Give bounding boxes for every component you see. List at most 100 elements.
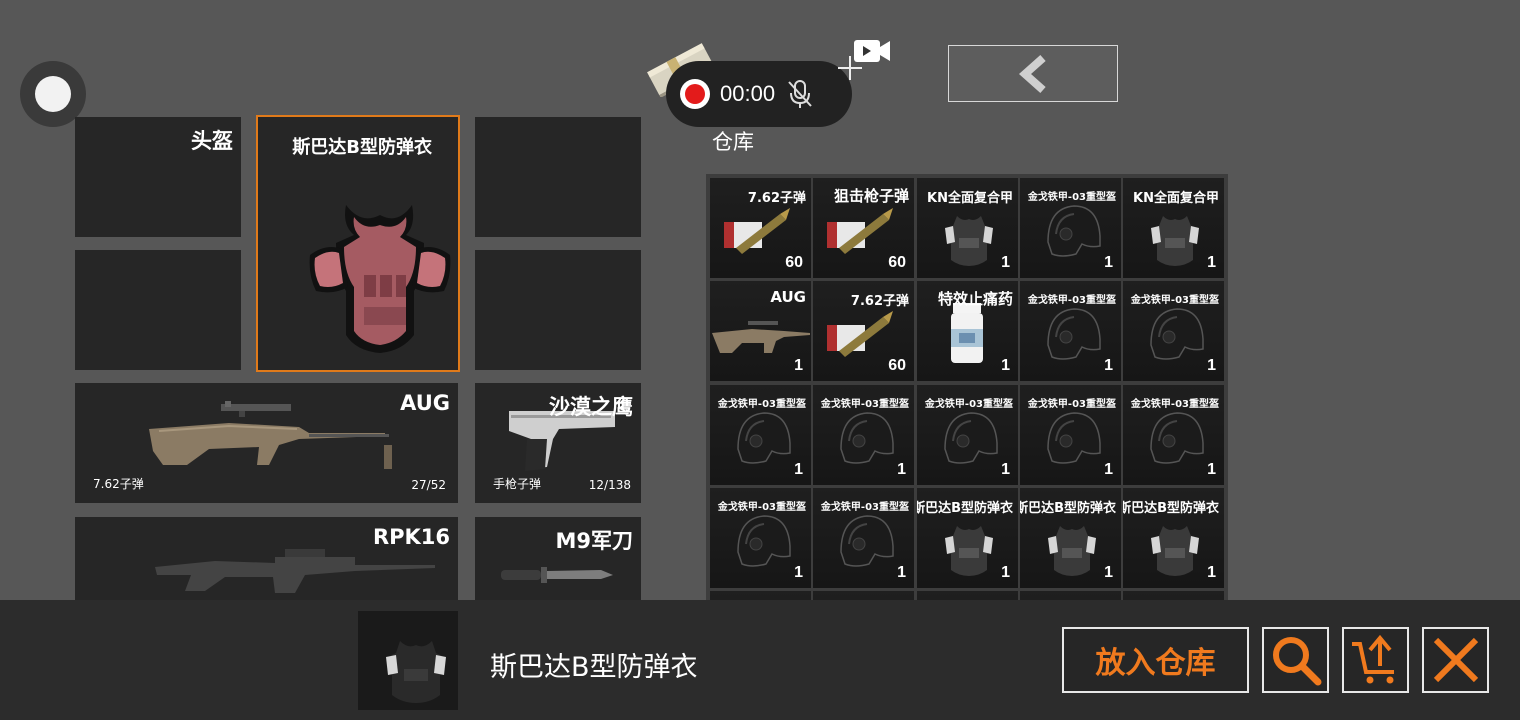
magnifier-icon <box>1272 637 1321 686</box>
warehouse-item-qty: 60 <box>785 254 803 271</box>
mic-off-icon[interactable] <box>785 78 815 110</box>
primary-ammo-label: 7.62子弹 <box>93 477 144 491</box>
warehouse-item[interactable]: 金戈铁甲-03重型盔 1 <box>1020 385 1121 485</box>
warehouse-item-partial[interactable] <box>813 591 914 600</box>
warehouse-item-name: 7.62子弹 <box>747 191 806 206</box>
warehouse-item-name: 金戈铁甲-03重型盔 <box>717 399 806 410</box>
warehouse-item[interactable]: 金戈铁甲-03重型盔 1 <box>1020 281 1121 381</box>
warehouse-item-qty: 1 <box>1001 564 1010 581</box>
warehouse-item-qty: 1 <box>1001 461 1010 478</box>
pistol-slot[interactable]: 沙漠之鹰 手枪子弹 12/138 <box>475 383 641 503</box>
warehouse-item-name: 金戈铁甲-03重型盔 <box>1027 399 1116 410</box>
warehouse-item-name: KN全面复合甲 <box>927 191 1013 206</box>
store-to-warehouse-button[interactable]: 放入仓库 <box>1062 627 1249 693</box>
cart-upload-icon <box>1351 634 1394 684</box>
warehouse-item[interactable]: 斯巴达B型防弹衣 1 <box>1123 488 1224 588</box>
warehouse-item-name: 金戈铁甲-03重型盔 <box>820 502 909 513</box>
warehouse-item-name: 斯巴达B型防弹衣 <box>917 501 1013 516</box>
warehouse-item-qty: 1 <box>1104 254 1113 271</box>
warehouse-grid[interactable]: 7.62子弹 60 狙击枪子弹 60 KN全面复合甲 1 金戈铁甲-03重型盔 1 KN全面复合… <box>706 174 1228 600</box>
warehouse-item[interactable]: 金戈铁甲-03重型盔 1 <box>1123 385 1224 485</box>
warehouse-item-qty: 1 <box>1207 357 1216 374</box>
sell-button[interactable] <box>1342 627 1409 693</box>
warehouse-item[interactable]: 狙击枪子弹 60 <box>813 178 914 278</box>
warehouse-item[interactable]: 金戈铁甲-03重型盔 1 <box>710 488 811 588</box>
secondary-weapon-slot[interactable]: RPK16 <box>75 517 458 600</box>
warehouse-item[interactable]: 金戈铁甲-03重型盔 1 <box>813 488 914 588</box>
primary-weapon-label: AUG <box>400 391 450 415</box>
warehouse-item[interactable]: 金戈铁甲-03重型盔 1 <box>710 385 811 485</box>
warehouse-item[interactable]: 金戈铁甲-03重型盔 1 <box>813 385 914 485</box>
close-button[interactable] <box>1422 627 1489 693</box>
helmet-slot-label: 头盔 <box>191 129 233 153</box>
warehouse-item[interactable]: 金戈铁甲-03重型盔 1 <box>1020 178 1121 278</box>
inspect-button[interactable] <box>1262 627 1329 693</box>
warehouse-item-qty: 1 <box>1207 254 1216 271</box>
warehouse-item-qty: 1 <box>794 461 803 478</box>
warehouse-item[interactable]: KN全面复合甲 1 <box>1123 178 1224 278</box>
floating-dot-inner <box>35 76 71 112</box>
empty-slot-3[interactable] <box>475 250 641 370</box>
warehouse-item[interactable]: KN全面复合甲 1 <box>917 178 1018 278</box>
armor-slot[interactable]: 斯巴达B型防弹衣 <box>256 115 460 372</box>
vest-icon <box>386 641 446 703</box>
warehouse-item-name: 金戈铁甲-03重型盔 <box>1130 399 1219 410</box>
warehouse-item-name: 金戈铁甲-03重型盔 <box>924 399 1013 410</box>
secondary-weapon-label: RPK16 <box>372 525 450 549</box>
warehouse-item[interactable]: 斯巴达B型防弹衣 1 <box>917 488 1018 588</box>
warehouse-item-qty: 1 <box>1001 357 1010 374</box>
warehouse-item-qty: 1 <box>1207 461 1216 478</box>
pistol-ammo-label: 手枪子弹 <box>493 477 542 491</box>
empty-slot-2[interactable] <box>75 250 241 370</box>
warehouse-item-qty: 1 <box>794 564 803 581</box>
primary-weapon-slot[interactable]: AUG 7.62子弹 27/52 <box>75 383 458 503</box>
back-button[interactable] <box>948 45 1118 102</box>
warehouse-item[interactable]: 金戈铁甲-03重型盔 1 <box>917 385 1018 485</box>
warehouse-item-name: 斯巴达B型防弹衣 <box>1123 501 1219 516</box>
selected-item-name: 斯巴达B型防弹衣 <box>490 652 698 683</box>
warehouse-item[interactable]: 7.62子弹 60 <box>710 178 811 278</box>
warehouse-item-qty: 1 <box>1104 357 1113 374</box>
warehouse-item[interactable]: 金戈铁甲-03重型盔 1 <box>1123 281 1224 381</box>
melee-slot[interactable]: M9军刀 <box>475 517 641 600</box>
warehouse-item-qty: 1 <box>897 461 906 478</box>
warehouse-item[interactable]: 斯巴达B型防弹衣 1 <box>1020 488 1121 588</box>
warehouse-item-partial[interactable] <box>1020 591 1121 600</box>
primary-ammo-count: 27/52 <box>411 478 446 492</box>
chevron-left-icon <box>1018 54 1046 93</box>
warehouse-item-partial[interactable] <box>710 591 811 600</box>
warehouse-item-name: 金戈铁甲-03重型盔 <box>820 399 909 410</box>
warehouse-item-qty: 1 <box>1207 564 1216 581</box>
screen-record-widget[interactable]: 00:00 <box>666 61 852 127</box>
warehouse-item-partial[interactable] <box>917 591 1018 600</box>
warehouse-item-name: 金戈铁甲-03重型盔 <box>1027 192 1116 203</box>
warehouse-item-name: 狙击枪子弹 <box>833 187 909 205</box>
empty-slot-1[interactable] <box>475 117 641 237</box>
pistol-ammo-count: 12/138 <box>588 478 631 492</box>
helmet-slot[interactable]: 头盔 <box>75 117 241 237</box>
warehouse-item-name: 7.62子弹 <box>850 294 909 309</box>
warehouse-item-qty: 1 <box>794 357 803 374</box>
warehouse-item-qty: 1 <box>1001 254 1010 271</box>
melee-label: M9军刀 <box>555 529 633 553</box>
warehouse-item-name: 金戈铁甲-03重型盔 <box>1130 295 1219 306</box>
warehouse-item-name: 斯巴达B型防弹衣 <box>1020 501 1116 516</box>
warehouse-title: 仓库 <box>712 130 754 154</box>
pistol-label: 沙漠之鹰 <box>549 395 633 419</box>
warehouse-item-qty: 60 <box>888 357 906 374</box>
warehouse-item-name: 金戈铁甲-03重型盔 <box>717 502 806 513</box>
warehouse-item-name: 金戈铁甲-03重型盔 <box>1027 295 1116 306</box>
warehouse-item-qty: 1 <box>1104 564 1113 581</box>
warehouse-item-partial[interactable] <box>1123 591 1224 600</box>
warehouse-item-qty: 1 <box>897 564 906 581</box>
warehouse-item-name: KN全面复合甲 <box>1133 191 1219 206</box>
selected-item-thumbnail <box>358 611 458 710</box>
record-timer: 00:00 <box>720 81 776 106</box>
record-icon[interactable] <box>680 79 710 109</box>
warehouse-item-name: AUG <box>770 288 806 306</box>
video-camera-icon[interactable] <box>852 36 892 66</box>
warehouse-item[interactable]: 7.62子弹 60 <box>813 281 914 381</box>
warehouse-item[interactable]: AUG 1 <box>710 281 811 381</box>
armor-slot-label: 斯巴达B型防弹衣 <box>292 137 432 158</box>
warehouse-item[interactable]: 特效止痛药 1 <box>917 281 1018 381</box>
